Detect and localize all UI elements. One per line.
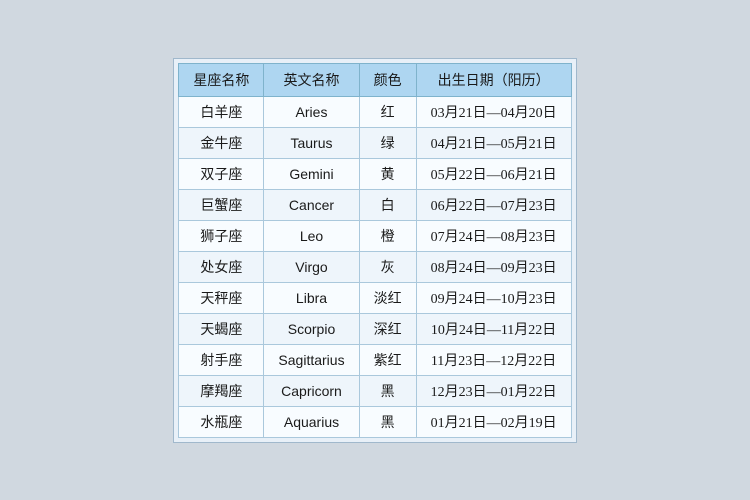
cell-color: 深红 xyxy=(359,313,416,344)
table-body: 白羊座Aries红03月21日—04月20日金牛座Taurus绿04月21日—0… xyxy=(179,96,571,437)
table-row: 天蝎座Scorpio深红10月24日—11月22日 xyxy=(179,313,571,344)
cell-dates: 01月21日—02月19日 xyxy=(416,406,571,437)
cell-dates: 11月23日—12月22日 xyxy=(416,344,571,375)
table-row: 双子座Gemini黄05月22日—06月21日 xyxy=(179,158,571,189)
cell-color: 淡红 xyxy=(359,282,416,313)
cell-dates: 09月24日—10月23日 xyxy=(416,282,571,313)
cell-english-name: Cancer xyxy=(264,189,359,220)
table-row: 水瓶座Aquarius黑01月21日—02月19日 xyxy=(179,406,571,437)
cell-chinese-name: 狮子座 xyxy=(179,220,264,251)
cell-english-name: Sagittarius xyxy=(264,344,359,375)
cell-dates: 07月24日—08月23日 xyxy=(416,220,571,251)
cell-english-name: Virgo xyxy=(264,251,359,282)
zodiac-table: 星座名称 英文名称 颜色 出生日期（阳历） 白羊座Aries红03月21日—04… xyxy=(178,63,571,438)
cell-dates: 06月22日—07月23日 xyxy=(416,189,571,220)
cell-chinese-name: 水瓶座 xyxy=(179,406,264,437)
cell-english-name: Taurus xyxy=(264,127,359,158)
header-dates: 出生日期（阳历） xyxy=(416,63,571,96)
cell-english-name: Libra xyxy=(264,282,359,313)
cell-english-name: Capricorn xyxy=(264,375,359,406)
table-row: 金牛座Taurus绿04月21日—05月21日 xyxy=(179,127,571,158)
cell-color: 黑 xyxy=(359,375,416,406)
cell-chinese-name: 射手座 xyxy=(179,344,264,375)
cell-chinese-name: 天秤座 xyxy=(179,282,264,313)
cell-chinese-name: 处女座 xyxy=(179,251,264,282)
cell-dates: 03月21日—04月20日 xyxy=(416,96,571,127)
cell-color: 紫红 xyxy=(359,344,416,375)
cell-color: 灰 xyxy=(359,251,416,282)
header-english-name: 英文名称 xyxy=(264,63,359,96)
cell-color: 绿 xyxy=(359,127,416,158)
header-chinese-name: 星座名称 xyxy=(179,63,264,96)
table-row: 处女座Virgo灰08月24日—09月23日 xyxy=(179,251,571,282)
cell-color: 橙 xyxy=(359,220,416,251)
cell-english-name: Gemini xyxy=(264,158,359,189)
cell-color: 白 xyxy=(359,189,416,220)
cell-english-name: Leo xyxy=(264,220,359,251)
table-header-row: 星座名称 英文名称 颜色 出生日期（阳历） xyxy=(179,63,571,96)
table-row: 狮子座Leo橙07月24日—08月23日 xyxy=(179,220,571,251)
cell-dates: 10月24日—11月22日 xyxy=(416,313,571,344)
cell-chinese-name: 摩羯座 xyxy=(179,375,264,406)
cell-color: 黑 xyxy=(359,406,416,437)
table-row: 射手座Sagittarius紫红11月23日—12月22日 xyxy=(179,344,571,375)
cell-english-name: Aquarius xyxy=(264,406,359,437)
cell-dates: 12月23日—01月22日 xyxy=(416,375,571,406)
table-row: 白羊座Aries红03月21日—04月20日 xyxy=(179,96,571,127)
cell-english-name: Scorpio xyxy=(264,313,359,344)
cell-dates: 08月24日—09月23日 xyxy=(416,251,571,282)
cell-chinese-name: 白羊座 xyxy=(179,96,264,127)
cell-dates: 04月21日—05月21日 xyxy=(416,127,571,158)
table-row: 天秤座Libra淡红09月24日—10月23日 xyxy=(179,282,571,313)
cell-chinese-name: 金牛座 xyxy=(179,127,264,158)
cell-color: 红 xyxy=(359,96,416,127)
cell-dates: 05月22日—06月21日 xyxy=(416,158,571,189)
cell-chinese-name: 天蝎座 xyxy=(179,313,264,344)
zodiac-table-container: 星座名称 英文名称 颜色 出生日期（阳历） 白羊座Aries红03月21日—04… xyxy=(173,58,576,443)
cell-english-name: Aries xyxy=(264,96,359,127)
cell-color: 黄 xyxy=(359,158,416,189)
table-row: 巨蟹座Cancer白06月22日—07月23日 xyxy=(179,189,571,220)
header-color: 颜色 xyxy=(359,63,416,96)
cell-chinese-name: 双子座 xyxy=(179,158,264,189)
cell-chinese-name: 巨蟹座 xyxy=(179,189,264,220)
table-row: 摩羯座Capricorn黑12月23日—01月22日 xyxy=(179,375,571,406)
